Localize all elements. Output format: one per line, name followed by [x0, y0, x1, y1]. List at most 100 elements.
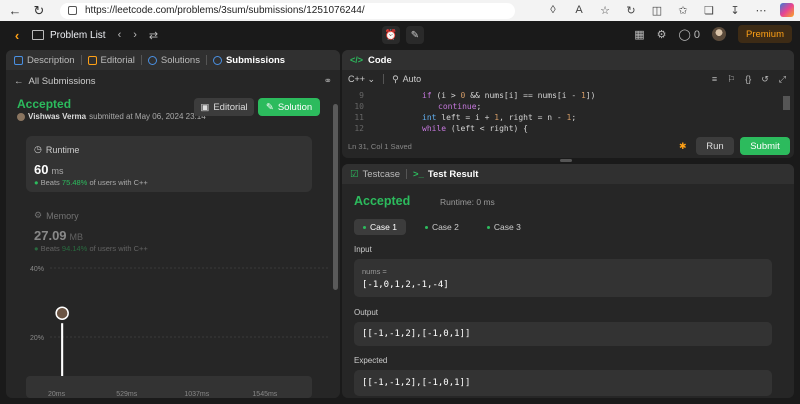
- expected-label: Expected: [354, 356, 388, 365]
- code-token: ]): [585, 91, 596, 100]
- expected-value[interactable]: [[-1,-1,2],[-1,0,1]]: [362, 378, 470, 388]
- bottom-x-tick-label: 529ms: [116, 391, 138, 398]
- premium-button[interactable]: Premium: [737, 25, 792, 43]
- memory-value: 27.09 MB: [34, 228, 83, 243]
- tab-divider: [80, 55, 82, 65]
- y-tick-label: 40%: [30, 266, 44, 273]
- tab-solutions[interactable]: Solutions: [147, 55, 200, 66]
- code-lines[interactable]: 9 if (i > 0 && nums[i] == nums[i - 1]) 10 c…: [342, 90, 782, 134]
- favorites-icon[interactable]: ✩: [676, 3, 690, 17]
- settings-gear-icon[interactable]: ⚙: [657, 28, 667, 41]
- case-3-label: Case 3: [493, 222, 521, 232]
- debug-icon[interactable]: ✱: [679, 141, 687, 152]
- back-icon[interactable]: ←: [6, 3, 24, 19]
- code-scrollbar[interactable]: [783, 96, 790, 110]
- memory-card[interactable]: ⚙ Memory 27.09 MB ● Beats 94.14% of users…: [26, 202, 312, 253]
- tab-editorial[interactable]: Editorial: [87, 54, 135, 66]
- left-scrollbar-thumb[interactable]: [333, 104, 338, 290]
- tab-submissions[interactable]: Submissions: [212, 55, 285, 66]
- address-bar[interactable]: https://leetcode.com/problems/3sum/submi…: [60, 2, 515, 19]
- code-toolbar: C++ ⌄ ⚲ Auto ≡ ⚐ {} ↺ ⤢: [342, 70, 794, 88]
- problem-list-button[interactable]: Problem List: [32, 30, 106, 41]
- code-token: && nums[i] == nums[i -: [465, 91, 581, 100]
- extension-icon[interactable]: ◊: [546, 3, 560, 17]
- code-line[interactable]: 11 int left = i + 1, right = n - 1;: [342, 112, 782, 123]
- bottom-chart-svg: 20ms 529ms 1037ms 1545ms: [48, 391, 278, 398]
- copilot-icon[interactable]: [780, 3, 794, 17]
- runtime-value: 60 ms: [34, 162, 63, 177]
- coins[interactable]: ◯ 0: [678, 28, 700, 41]
- memory-beats-suffix: of users with C++: [89, 244, 148, 253]
- clock-icon: ◷: [34, 144, 42, 154]
- downloads-icon[interactable]: ↧: [728, 3, 742, 17]
- share-link-icon[interactable]: ⚭: [324, 76, 332, 87]
- shuffle-icon[interactable]: ⇄: [149, 29, 158, 42]
- solution-button[interactable]: ✎ Solution: [258, 98, 320, 116]
- editor-status: Ln 31, Col 1 Saved: [348, 142, 412, 151]
- runtime-beats-prefix: Beats: [40, 178, 60, 187]
- read-aloud-icon[interactable]: A: [572, 3, 586, 17]
- tab-description[interactable]: Description: [14, 55, 75, 66]
- fullscreen-icon[interactable]: ⤢: [779, 74, 786, 85]
- braces-icon[interactable]: {}: [745, 74, 751, 85]
- code-line[interactable]: 9 if (i > 0 && nums[i] == nums[i - 1]): [342, 90, 782, 101]
- code-line[interactable]: 12 while (left < right) {: [342, 123, 782, 134]
- runtime-beats-pct: 75.48%: [61, 178, 88, 187]
- input-value[interactable]: [-1,0,1,2,-1,-4]: [362, 280, 449, 290]
- case-tab-1[interactable]: Case 1: [354, 219, 406, 235]
- timer-icon[interactable]: ⏰: [382, 26, 400, 44]
- code-token: ;: [571, 113, 577, 122]
- auto-mode[interactable]: Auto: [403, 74, 422, 84]
- code-brackets-icon: </>: [350, 55, 364, 65]
- left-tabs: Description Editorial Solutions Submissi…: [6, 50, 340, 70]
- collections-icon[interactable]: ❏: [702, 3, 716, 17]
- memory-chip-icon: ⚙: [34, 210, 43, 220]
- book-icon: ▣: [200, 101, 210, 113]
- submissions-panel: Description Editorial Solutions Submissi…: [6, 50, 340, 398]
- output-value[interactable]: [[-1,-1,2],[-1,0,1]]: [362, 329, 470, 339]
- memory-number: 27.09: [34, 228, 67, 243]
- case-1-label: Case 1: [370, 222, 397, 232]
- editorial-button[interactable]: ▣ Editorial: [194, 98, 254, 116]
- split-screen-icon[interactable]: ◫: [650, 3, 664, 17]
- case-tab-3[interactable]: Case 3: [478, 219, 530, 235]
- browser-toolbar-icons: ◊ A ☆ ↻ ◫ ✩ ❏ ↧ ⋯: [534, 3, 794, 17]
- notes-icon[interactable]: ✎: [406, 26, 424, 44]
- leetcode-logo-icon[interactable]: ‹: [10, 28, 24, 43]
- bookmark-icon[interactable]: ⚐: [727, 74, 735, 85]
- case-tab-2[interactable]: Case 2: [416, 219, 468, 235]
- panel-resize-handle[interactable]: [560, 159, 572, 162]
- runtime-label: ◷ Runtime: [34, 144, 79, 155]
- code-token: int: [422, 113, 437, 122]
- reset-icon[interactable]: ↺: [761, 74, 769, 85]
- your-submission-avatar[interactable]: [55, 306, 69, 320]
- run-button[interactable]: Run: [696, 137, 734, 155]
- submitter-name[interactable]: Vishwas Verma: [28, 112, 86, 121]
- language-select[interactable]: C++ ⌄: [348, 74, 375, 85]
- format-icon[interactable]: ≡: [712, 74, 717, 85]
- layout-icon[interactable]: ▦: [634, 28, 644, 41]
- checkbox-icon: ☑: [350, 168, 359, 180]
- browser-bar: ← ↻ https://leetcode.com/problems/3sum/s…: [0, 0, 800, 21]
- runtime-card[interactable]: ◷ Runtime 60 ms ● Beats 75.48% of users w…: [26, 136, 312, 192]
- tab-test-result[interactable]: >_ Test Result: [413, 169, 478, 180]
- favorite-star-icon[interactable]: ☆: [598, 3, 612, 17]
- user-avatar[interactable]: [711, 27, 726, 41]
- tab-testcase[interactable]: ☑ Testcase: [350, 169, 400, 180]
- code-editor-panel: </> Code C++ ⌄ ⚲ Auto ≡ ⚐ {} ↺ ⤢ 9 if (i …: [342, 50, 794, 158]
- next-problem-icon[interactable]: ›: [133, 29, 137, 41]
- refresh-icon[interactable]: ↻: [30, 3, 48, 19]
- tab-editorial-label: Editorial: [100, 54, 135, 66]
- code-token: left = i +: [436, 113, 495, 122]
- submit-button[interactable]: Submit: [740, 137, 790, 155]
- submitted-time: submitted at May 06, 2024 23:14: [89, 112, 206, 121]
- beats-icon: ●: [34, 244, 39, 253]
- y-tick-label: 20%: [30, 335, 44, 342]
- refresh-page-icon[interactable]: ↻: [624, 3, 638, 17]
- code-line[interactable]: 10 continue;: [342, 101, 782, 112]
- result-tabs: ☑ Testcase >_ Test Result: [342, 164, 794, 184]
- all-submissions-link[interactable]: ← All Submissions ⚭: [6, 72, 340, 90]
- settings-more-icon[interactable]: ⋯: [754, 3, 768, 17]
- runtime-number: 60: [34, 162, 49, 177]
- prev-problem-icon[interactable]: ‹: [118, 29, 122, 41]
